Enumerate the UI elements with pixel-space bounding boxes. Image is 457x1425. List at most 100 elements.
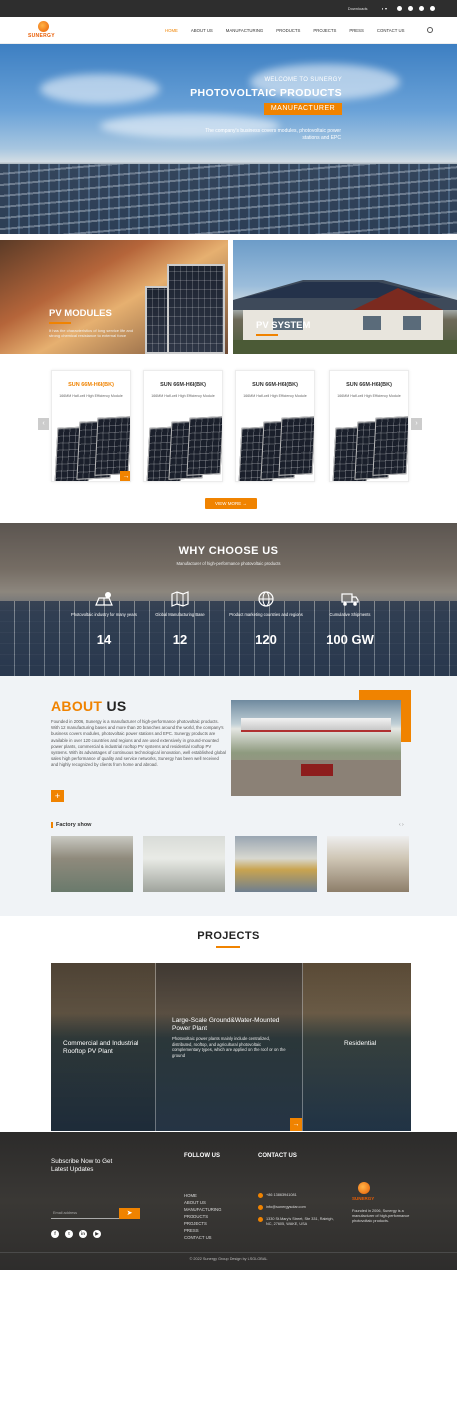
factory-image[interactable] (143, 836, 225, 892)
stat-label: Cumulative Shipments (329, 612, 371, 617)
footer-link-products[interactable]: PRODUCTS (184, 1214, 208, 1219)
product-name: SUN 66M-H6I(BK) (252, 382, 298, 388)
title-underline (216, 946, 240, 948)
house-image (233, 280, 457, 354)
product-card[interactable]: SUN 66M-H6I(BK) 166MM Half-cell High Eff… (143, 370, 223, 482)
category-title: PV SYSTEM (256, 320, 311, 331)
module-image (94, 416, 130, 476)
footer-logo[interactable]: SUNERGY (352, 1182, 378, 1204)
stat-value: 12 (172, 632, 188, 647)
about-title-rest: US (106, 698, 127, 714)
search-icon[interactable] (427, 27, 433, 33)
factory-pager[interactable]: ‹ › (399, 822, 404, 828)
linkedin-icon[interactable]: in (79, 1230, 87, 1238)
hero-title: PHOTOVOLTAIC PRODUCTS (190, 87, 342, 99)
about-text: Founded in 2006, Sunergy is a manufactur… (51, 719, 226, 768)
main-navigation: SUNERGY HOME ABOUT US MANUFACTURING PROD… (0, 17, 457, 44)
youtube-icon[interactable]: ▶ (93, 1230, 101, 1238)
nav-item-about[interactable]: ABOUT US (191, 28, 213, 33)
category-pv-modules[interactable]: PV MODULES It has the characteristics of… (0, 240, 228, 354)
product-card[interactable]: SUN 66M-H6I(BK) 166MM Half-cell High Eff… (235, 370, 315, 482)
factory-image[interactable] (327, 836, 409, 892)
nav-item-manufacturing[interactable]: MANUFACTURING (226, 28, 263, 33)
sun-logo-icon (358, 1182, 370, 1194)
nav-item-contact[interactable]: CONTACT US (377, 28, 405, 33)
carousel-next-button[interactable]: › (411, 418, 422, 430)
project-item[interactable]: Large-Scale Ground&Water-Mounted Power P… (156, 963, 303, 1131)
footer-logo-text: SUNERGY (352, 1196, 375, 1201)
projects-gallery: Commercial and Industrial Rooftop PV Pla… (51, 963, 411, 1131)
twitter-icon[interactable]: t (65, 1230, 73, 1238)
downloads-link[interactable]: Downloads (348, 6, 368, 11)
mail-icon (258, 1205, 263, 1210)
project-arrow-button[interactable]: → (290, 1118, 302, 1131)
stat-label: Global Manufacturing Base (155, 612, 205, 617)
twitter-icon[interactable] (408, 6, 413, 11)
product-name: SUN 66M-H6I(BK) (346, 382, 392, 388)
location-icon (258, 1217, 263, 1222)
module-image (372, 416, 408, 476)
footer-link-contact[interactable]: CONTACT US (184, 1235, 212, 1240)
footer-link-press[interactable]: PRESS (184, 1228, 199, 1233)
stat-item: Cumulative Shipments 100 GW (305, 591, 395, 647)
globe-icon: ◐ (381, 6, 384, 11)
footer-link-projects[interactable]: PROJECTS (184, 1221, 207, 1226)
nav-item-home[interactable]: HOME (165, 28, 178, 33)
about-title: ABOUT US (51, 698, 127, 714)
carousel-prev-button[interactable]: ‹ (38, 418, 49, 430)
language-selector[interactable]: ◐ ▾ (382, 6, 387, 11)
view-more-button[interactable]: VIEW MORE → (205, 498, 257, 509)
category-pv-system[interactable]: PV SYSTEM (233, 240, 457, 354)
logo-text: SUNERGY (28, 33, 55, 39)
footer-link-home[interactable]: HOME (184, 1193, 197, 1198)
product-arrow-button[interactable]: → (120, 471, 130, 481)
hero-banner: WELCOME TO SUNERGY PHOTOVOLTAIC PRODUCTS… (0, 44, 457, 234)
send-icon[interactable]: ➤ (119, 1208, 140, 1219)
title-underline (49, 322, 71, 324)
hero-tag: MANUFACTURER (264, 103, 342, 115)
footer-phone[interactable]: +86 13863941081 (266, 1193, 336, 1198)
projects-title: PROJECTS (197, 930, 260, 942)
email-input[interactable]: Email address (51, 1208, 119, 1219)
product-desc: 166MM Half-cell High Efficiency Module (151, 394, 215, 398)
module-image (167, 264, 225, 354)
product-card[interactable]: SUN 66M-H6I(BK) 166MM Half-cell High Eff… (329, 370, 409, 482)
phone-icon (258, 1193, 263, 1198)
product-card[interactable]: SUN 66M-H6I(BK) 166MM Half-cell High Eff… (51, 370, 131, 482)
product-desc: 166MM Half-cell High Efficiency Module (337, 394, 401, 398)
linkedin-icon[interactable] (419, 6, 424, 11)
category-title: PV MODULES (49, 308, 112, 319)
footer-link-about[interactable]: ABOUT US (184, 1200, 206, 1205)
project-item[interactable]: Residential (303, 963, 411, 1131)
facebook-icon[interactable]: f (51, 1230, 59, 1238)
project-item[interactable]: Commercial and Industrial Rooftop PV Pla… (51, 963, 156, 1131)
sun-logo-icon (38, 21, 49, 32)
contact-us-heading: CONTACT US (258, 1153, 297, 1159)
nav-item-products[interactable]: PRODUCTS (276, 28, 300, 33)
factory-image[interactable] (51, 836, 133, 892)
nav-item-press[interactable]: PRESS (349, 28, 364, 33)
facebook-icon[interactable] (397, 6, 402, 11)
nav-item-projects[interactable]: PROJECTS (313, 28, 336, 33)
site-logo[interactable]: SUNERGY (28, 21, 68, 41)
about-us-section: ABOUT US Founded in 2006, Sunergy is a m… (0, 676, 457, 916)
map-icon (171, 591, 189, 607)
about-more-button[interactable]: + (51, 790, 64, 802)
category-desc: It has the characteristics of long servi… (49, 328, 134, 338)
factory-image[interactable] (235, 836, 317, 892)
footer-address: 1330 St.Mary's Street, Ste 331, Raleigh,… (266, 1217, 334, 1226)
solar-panel-icon (95, 591, 113, 607)
footer-divider (0, 1252, 457, 1253)
why-choose-us-section: WHY CHOOSE US Manufacturer of high-perfo… (0, 523, 457, 676)
factory-show-label: Factory show (51, 822, 91, 828)
why-title: WHY CHOOSE US (178, 545, 279, 557)
youtube-icon[interactable] (430, 6, 435, 11)
footer-email[interactable]: info@sunergysolar.com (266, 1205, 336, 1210)
hero-welcome: WELCOME TO SUNERGY (264, 77, 342, 83)
factory-building (241, 718, 391, 732)
footer-link-manufacturing[interactable]: MANUFACTURING (184, 1207, 221, 1212)
top-utility-bar: Downloads ◐ ▾ (0, 0, 457, 17)
globe-icon (257, 591, 275, 607)
nav-menu: HOME ABOUT US MANUFACTURING PRODUCTS PRO… (165, 28, 417, 33)
chevron-down-icon: ▾ (384, 6, 387, 11)
